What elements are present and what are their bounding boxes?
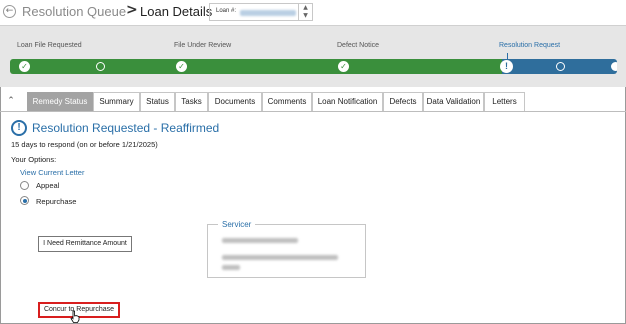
status-title: Resolution Requested - Reaffirmed	[32, 121, 220, 135]
chevron-up-icon[interactable]: ⌃	[5, 95, 17, 107]
options-label: Your Options:	[11, 155, 57, 164]
tab-data-validation[interactable]: Data Validation	[423, 92, 484, 111]
tab-tasks[interactable]: Tasks	[175, 92, 208, 111]
progress-completed	[10, 59, 502, 74]
stage-label-defect-notice: Defect Notice	[337, 42, 380, 49]
loan-number-value-redacted	[240, 10, 296, 16]
breadcrumb-resolution-queue[interactable]: Resolution Queue	[22, 4, 126, 19]
tab-documents[interactable]: Documents	[208, 92, 262, 111]
back-arrow-icon[interactable]: ←	[3, 5, 16, 18]
tab-remedy-status[interactable]: Remedy Status	[27, 92, 93, 111]
view-current-letter-link[interactable]: View Current Letter	[20, 168, 84, 177]
breadcrumb-separator: >	[126, 2, 138, 18]
open-circle-icon	[96, 62, 105, 71]
stage-label-loan-file-requested: Loan File Requested	[17, 42, 82, 49]
servicer-title: Servicer	[218, 220, 256, 229]
servicer-box: Servicer	[207, 220, 366, 278]
page-title: Loan Details	[140, 4, 213, 19]
checkmark-icon: ✓	[19, 61, 30, 72]
stage-label-file-under-review: File Under Review	[174, 42, 232, 49]
appeal-radio[interactable]	[20, 181, 29, 190]
respond-deadline-text: 15 days to respond (on or before 1/21/20…	[11, 140, 158, 149]
end-circle-icon	[611, 62, 617, 71]
tab-bar: ⌃ Remedy Status Summary Status Tasks Doc…	[0, 91, 626, 112]
alert-exclamation-icon: !	[500, 60, 513, 73]
tab-loan-notification[interactable]: Loan Notification	[312, 92, 383, 111]
tab-summary[interactable]: Summary	[93, 92, 140, 111]
loan-number-label: Loan #:	[216, 8, 237, 14]
servicer-name-redacted	[222, 238, 298, 243]
loan-number-selector[interactable]: Loan #: ▲ ▼	[209, 3, 313, 21]
appeal-label[interactable]: Appeal	[36, 181, 59, 190]
repurchase-radio[interactable]	[20, 196, 29, 205]
tab-status[interactable]: Status	[140, 92, 175, 111]
repurchase-label[interactable]: Repurchase	[36, 197, 76, 206]
hand-cursor-icon	[70, 310, 80, 323]
info-exclamation-icon: !	[11, 120, 27, 136]
tab-comments[interactable]: Comments	[262, 92, 312, 111]
progress-track: ✓ ✓ ✓ !	[10, 59, 617, 74]
page-header: ← Resolution Queue > Loan Details Loan #…	[0, 0, 626, 25]
loan-stepper-icon[interactable]: ▲ ▼	[298, 4, 312, 20]
servicer-address-redacted	[222, 255, 338, 260]
checkmark-icon: ✓	[338, 61, 349, 72]
stage-label-resolution-request: Resolution Request	[499, 42, 561, 49]
open-circle-icon	[556, 62, 565, 71]
remittance-amount-button[interactable]: I Need Remittance Amount	[38, 236, 132, 252]
progress-panel: Loan File Requested File Under Review De…	[0, 25, 626, 87]
checkmark-icon: ✓	[176, 61, 187, 72]
servicer-zip-redacted	[222, 265, 240, 270]
tab-defects[interactable]: Defects	[383, 92, 423, 111]
tab-letters[interactable]: Letters	[484, 92, 525, 111]
